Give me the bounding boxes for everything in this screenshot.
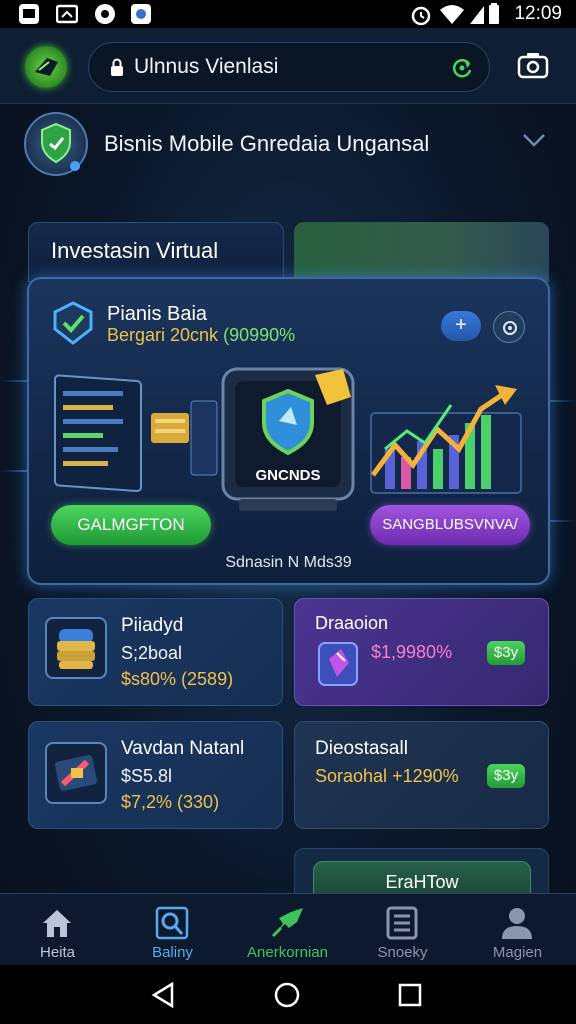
app-icon-2 (55, 3, 79, 25)
settings-icon[interactable] (493, 311, 525, 343)
person-icon (502, 908, 532, 939)
tab-secondary[interactable] (294, 222, 549, 282)
card-name: Dieostasall (315, 738, 408, 759)
investment-card[interactable]: Piiadyd S;2boal $s80% (2589) (28, 598, 283, 706)
investment-card[interactable]: Draaoion $1,9980% $3y (294, 598, 549, 706)
card-name: Draaoion (315, 613, 389, 633)
featured-subtitle: Bergari 20cnk (90990% (107, 325, 295, 346)
chevron-down-icon[interactable] (522, 132, 546, 148)
featured-title: Pianis Baia (107, 303, 208, 325)
price-badge: $3y (487, 641, 525, 665)
card-line2-a: Soraohal (315, 766, 388, 786)
device-label: GNCNDS (255, 467, 321, 484)
investment-card[interactable]: Dieostasall Soraohal +1290% $3y (294, 721, 549, 829)
gem-icon (318, 642, 358, 686)
home-nav-icon[interactable] (274, 982, 300, 1008)
card-line2: S;2boal (121, 643, 183, 663)
lock-icon (111, 58, 123, 76)
card-line2: Soraohal +1290% (315, 766, 459, 787)
tab-label: Snoeky (377, 944, 428, 961)
price-badge: $3y (487, 764, 525, 788)
plus-icon: + (455, 314, 467, 336)
growth-chart-illustration (370, 385, 522, 494)
document-icon (386, 906, 418, 940)
featured-sub-b: (90990% (223, 325, 296, 345)
card-name: Piiadyd (121, 615, 184, 636)
search-icon (155, 906, 189, 940)
tab-label: Investasin Virtual (51, 238, 219, 263)
app-icon-1 (18, 3, 40, 25)
check-icon (53, 301, 93, 345)
tab-label: Heita (39, 944, 76, 961)
page-title: Bisnis Mobile Gnredaia Ungansal (104, 131, 430, 156)
investment-card[interactable]: Vavdan Natanl $S5.8l $7,2% (330) (28, 721, 283, 829)
chip-icon (45, 742, 107, 804)
signal-icon (470, 6, 484, 24)
url-bar[interactable]: Ulnnus Vienlasi (88, 42, 490, 92)
tab-label: Magien (492, 944, 543, 961)
bottom-tab-bar: Heita Baliny Anerkornian Snoeky Magien (0, 893, 576, 965)
tab-document[interactable]: Snoeky (345, 894, 460, 966)
tab-investasi-virtual[interactable]: Investasin Virtual (28, 222, 284, 282)
card-line2-b: +1290% (392, 766, 459, 786)
card-line2: $1,9980% (371, 642, 453, 662)
monitor-illustration (54, 374, 218, 493)
reload-icon[interactable] (449, 55, 475, 81)
featured-sub-a: Bergari 20cnk (107, 325, 219, 345)
featured-footnote: Sdnasin N Mds39 (225, 554, 352, 571)
app-icon-3 (94, 3, 116, 25)
coins-icon (45, 617, 107, 679)
shield-icon (24, 112, 88, 176)
featured-card: Pianis Baia Bergari 20cnk (90990% + GNCN… (27, 277, 550, 585)
tab-profile[interactable]: Magien (460, 894, 575, 966)
site-logo[interactable] (25, 46, 67, 88)
status-time: 12:09 (514, 3, 562, 24)
add-button[interactable]: + (441, 311, 481, 341)
recents-icon[interactable] (398, 983, 422, 1007)
rocket-icon (271, 908, 303, 938)
card-line2: $S5.8l (121, 766, 173, 786)
battery-icon (489, 3, 499, 24)
app-icon-4 (130, 3, 152, 25)
tab-search[interactable]: Baliny (115, 894, 230, 966)
status-bar: 12:09 (0, 0, 576, 28)
tab-label: Baliny (152, 944, 193, 961)
tab-home[interactable]: Heita (0, 894, 115, 966)
card-line3: $s80% (2589) (121, 669, 234, 689)
system-nav-bar (0, 965, 576, 1024)
url-text: Ulnnus Vienlasi (134, 55, 279, 78)
card-name: Vavdan Natanl (121, 738, 245, 759)
alarm-icon (411, 6, 431, 26)
back-icon[interactable] (150, 982, 176, 1008)
device-illustration: GNCNDS (219, 365, 357, 515)
home-icon (43, 910, 71, 937)
wifi-icon (440, 5, 464, 24)
camera-icon[interactable] (516, 50, 550, 80)
card-line3: $7,2% (330) (121, 792, 220, 812)
tab-active[interactable]: Anerkornian (230, 894, 345, 966)
left-action-button[interactable]: GALMGFTON (51, 505, 211, 545)
right-action-button[interactable]: SANGBLUBSVNVA/ (370, 505, 530, 545)
tab-label: Anerkornian (247, 944, 328, 961)
